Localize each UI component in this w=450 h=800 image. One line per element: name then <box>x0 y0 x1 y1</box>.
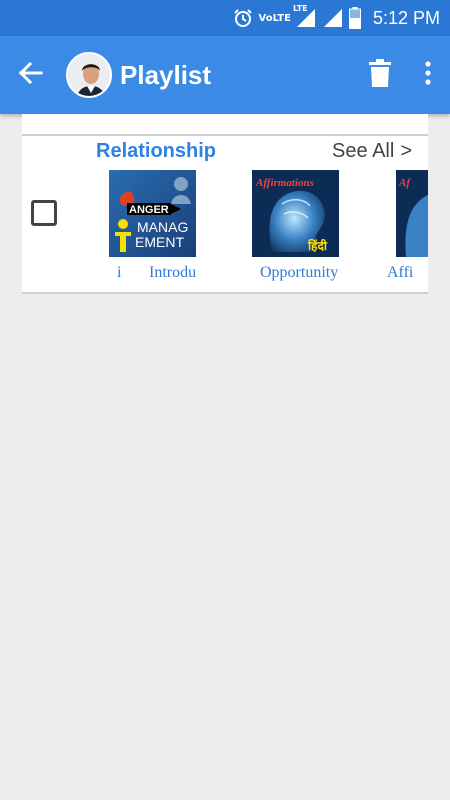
playlist-card: Relationship See All > ANGER MANAG EMENT… <box>22 114 428 294</box>
thumbnail-anger-management[interactable]: ANGER MANAG EMENT <box>109 170 196 257</box>
delete-icon <box>369 59 391 91</box>
clock: 5:12 PM <box>372 7 440 28</box>
battery-icon <box>348 7 361 29</box>
divider <box>22 292 428 294</box>
item-label[interactable]: Introdu <box>149 264 203 286</box>
thumb-text-hindi: हिंदी <box>307 238 328 253</box>
alarm-icon <box>233 8 253 28</box>
back-arrow-icon <box>17 60 43 90</box>
item-label[interactable]: Affi <box>387 264 428 286</box>
avatar[interactable] <box>66 52 112 98</box>
thumb-text-anger: ANGER <box>129 204 169 216</box>
status-bar: VoLTE LTE 5:12 PM <box>0 0 450 36</box>
item-label-prefix: i <box>117 264 122 281</box>
thumbnail-strip[interactable]: ANGER MANAG EMENT i Introdu Affirmations… <box>22 114 428 294</box>
thumb-text-af: Af <box>398 177 411 189</box>
lte-signal-icon: LTE <box>293 4 317 28</box>
signal-icon <box>323 8 343 28</box>
thumbnail-affirmations-partial[interactable]: Af <box>396 170 428 257</box>
volte-label: VoLTE <box>258 12 291 24</box>
thumb-text-affirmations: Affirmations <box>255 177 314 189</box>
delete-button[interactable] <box>354 36 406 114</box>
item-label[interactable]: Opportunity <box>260 264 346 286</box>
app-bar: Playlist <box>0 36 450 114</box>
thumb-text-manag: MANAG <box>137 219 188 235</box>
thumb-text-ement: EMENT <box>135 234 184 250</box>
lte-label: LTE <box>292 4 308 13</box>
page-title: Playlist <box>120 59 212 90</box>
thumbnail-affirmations[interactable]: Affirmations हिंदी <box>252 170 339 257</box>
back-button[interactable] <box>8 36 52 114</box>
screen: VoLTE LTE 5:12 PM Playlist Relationship … <box>0 0 450 800</box>
more-options-button[interactable] <box>406 36 450 114</box>
more-vert-icon <box>424 61 432 89</box>
